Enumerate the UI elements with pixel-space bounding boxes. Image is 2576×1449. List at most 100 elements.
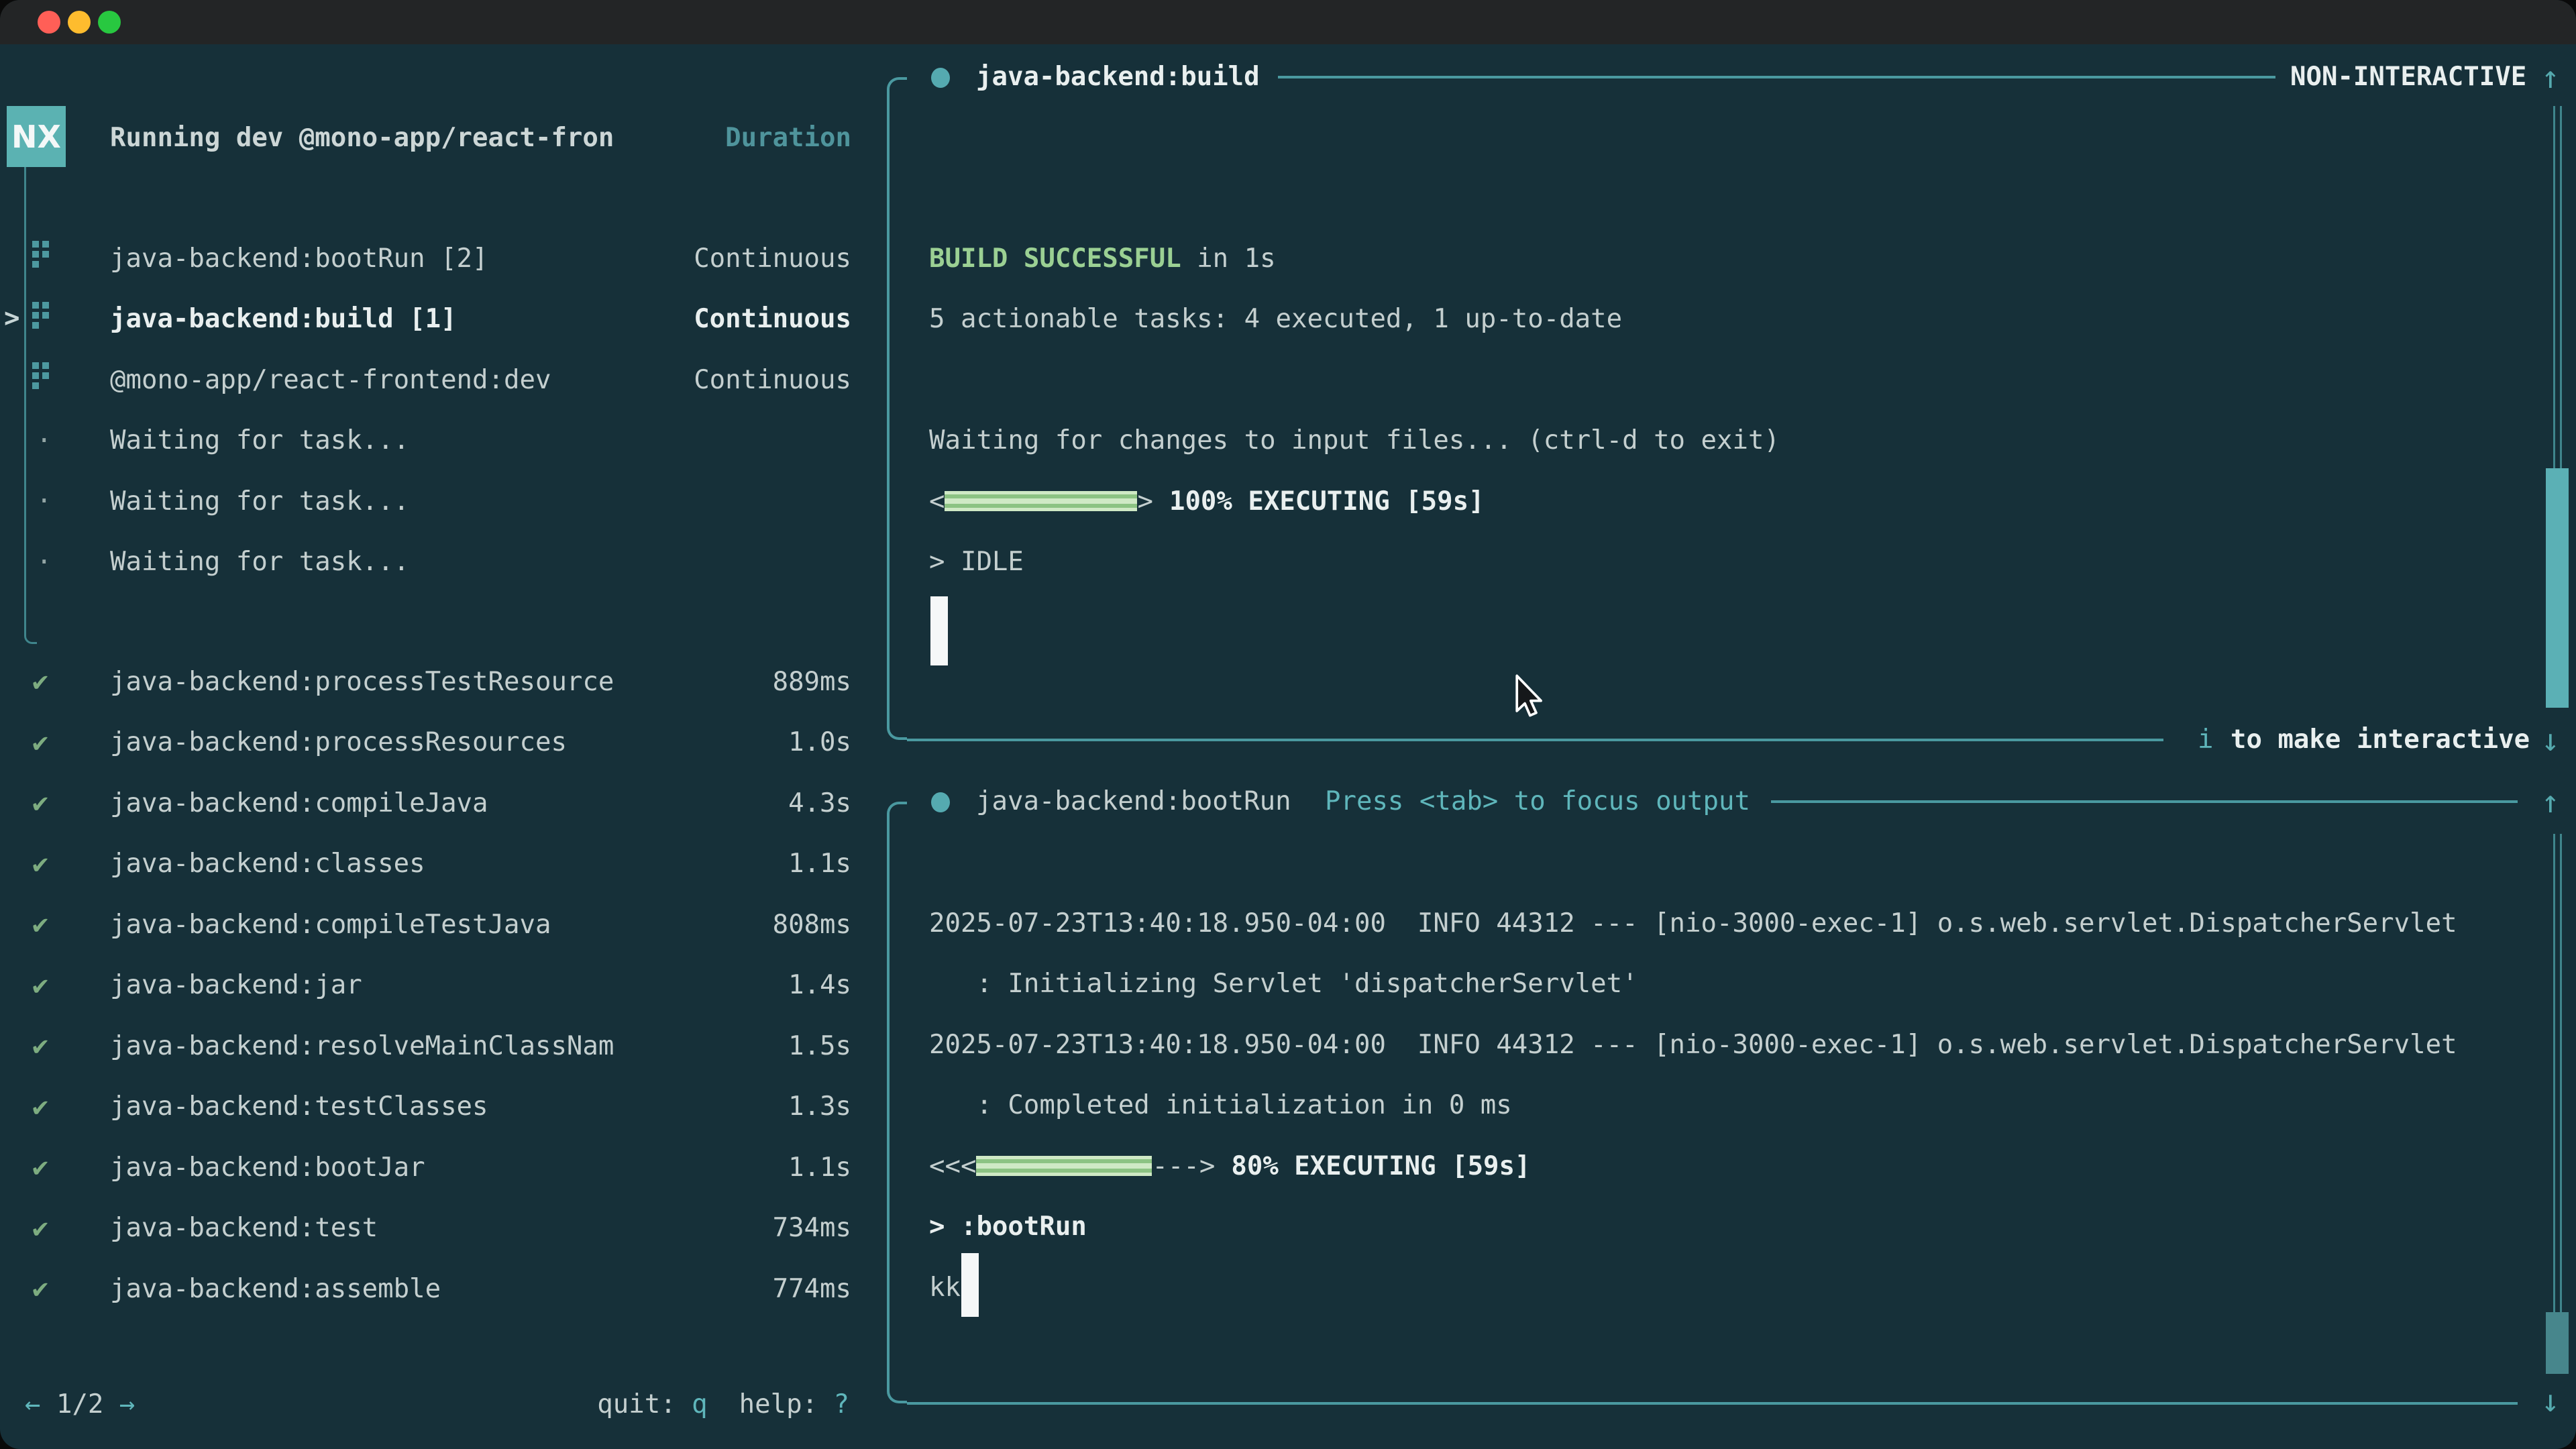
log-text: : Initializing Servlet 'dispatcherServle… bbox=[929, 969, 1638, 999]
hint-space3 bbox=[818, 1389, 833, 1419]
bootrun-scrollbar-track bbox=[2553, 834, 2555, 1312]
log-text: 2025-07-23T13:40:18.950-04:00 INFO 44312… bbox=[929, 908, 2457, 938]
bootrun-progress-bar: <<<--->80% EXECUTING [59s] bbox=[929, 1136, 2539, 1197]
task-duration: 1.5s bbox=[788, 1031, 851, 1061]
duration-column-header: Duration bbox=[725, 121, 851, 156]
build-success-line: BUILD SUCCESSFUL in 1s bbox=[929, 228, 2539, 289]
pager-space bbox=[103, 1389, 119, 1419]
task-duration: 1.1s bbox=[788, 1152, 851, 1183]
title-bar bbox=[0, 0, 2576, 44]
pager: ← 1/2 → bbox=[25, 1387, 135, 1422]
quit-hint-label: quit: bbox=[597, 1389, 676, 1419]
screenshot: NX Running dev @mono-app/react-fron Dura… bbox=[0, 0, 2576, 1449]
task-row[interactable]: java-backend:build [1] Continuous bbox=[0, 289, 872, 350]
task-row[interactable]: ✔ java-backend:processTestResource 889ms bbox=[0, 651, 872, 712]
task-label: java-backend:build [1] bbox=[110, 304, 457, 334]
help-hint-label: help: bbox=[739, 1389, 818, 1419]
non-interactive-badge: NON-INTERACTIVE bbox=[2290, 60, 2526, 95]
task-label: java-backend:bootJar bbox=[110, 1152, 425, 1183]
task-row[interactable]: ✔ java-backend:test 734ms bbox=[0, 1198, 872, 1259]
terminal-cursor bbox=[930, 596, 948, 665]
task-status-icon: · bbox=[36, 427, 52, 453]
interactive-hint: i bbox=[2198, 722, 2213, 757]
progress-left-cap: < bbox=[929, 486, 945, 517]
task-row[interactable]: ✔ java-backend:compileJava 4.3s bbox=[0, 773, 872, 834]
log-text: : Completed initialization in 0 ms bbox=[929, 1090, 1512, 1120]
task-row[interactable]: ✔ java-backend:classes 1.1s bbox=[0, 834, 872, 895]
task-row[interactable]: ✔ java-backend:bootJar 1.1s bbox=[0, 1137, 872, 1198]
quit-key: q bbox=[692, 1389, 707, 1419]
task-duration: Continuous bbox=[694, 244, 851, 274]
task-row[interactable]: java-backend:bootRun [2] Continuous bbox=[0, 228, 872, 289]
typed-input-text: kk bbox=[929, 1273, 961, 1303]
task-label: java-backend:classes bbox=[110, 849, 425, 879]
close-window-icon[interactable] bbox=[38, 11, 60, 34]
zoom-window-icon[interactable] bbox=[98, 11, 121, 34]
task-duration: Continuous bbox=[694, 304, 851, 334]
bootrun-panel-border bbox=[887, 802, 907, 1403]
build-panel-output: BUILD SUCCESSFUL in 1s 5 actionable task… bbox=[929, 228, 2539, 592]
task-label: java-backend:processResources bbox=[110, 727, 567, 757]
task-status-icon: ✔ bbox=[32, 790, 48, 816]
idle-line: > IDLE bbox=[929, 532, 2539, 593]
build-scrollbar-track bbox=[2560, 106, 2562, 468]
page-next-icon[interactable]: → bbox=[119, 1389, 135, 1419]
task-row[interactable]: · Waiting for task... bbox=[0, 411, 872, 472]
typed-input-line: kk bbox=[929, 1257, 2539, 1318]
task-dot-icon bbox=[931, 68, 950, 88]
build-scrollbar-thumb[interactable] bbox=[2546, 468, 2569, 708]
bootrun-panel-title: java-backend:bootRun bbox=[976, 784, 1291, 819]
task-row[interactable]: ✔ java-backend:testClasses 1.3s bbox=[0, 1077, 872, 1138]
hint-space2 bbox=[708, 1389, 739, 1419]
waiting-for-changes-text: Waiting for changes to input files... (c… bbox=[929, 425, 1780, 455]
task-status-icon: ✔ bbox=[32, 1215, 48, 1242]
task-status-icon: ✔ bbox=[32, 1032, 48, 1059]
task-duration: 4.3s bbox=[788, 788, 851, 818]
build-progress-bar: <>100% EXECUTING [59s] bbox=[929, 471, 2539, 532]
task-row[interactable]: · Waiting for task... bbox=[0, 532, 872, 593]
task-duration: 1.4s bbox=[788, 970, 851, 1000]
task-duration: 774ms bbox=[773, 1274, 851, 1304]
task-row[interactable]: ✔ java-backend:processResources 1.0s bbox=[0, 712, 872, 773]
task-label: java-backend:bootRun [2] bbox=[110, 244, 488, 274]
task-status-icon: ✔ bbox=[32, 1093, 48, 1120]
page-prev-icon[interactable]: ← bbox=[25, 1389, 40, 1419]
page-indicator bbox=[40, 1389, 56, 1419]
task-row[interactable]: · Waiting for task... bbox=[0, 471, 872, 532]
task-status-icon bbox=[32, 362, 39, 369]
task-label: java-backend:jar bbox=[110, 970, 362, 1000]
task-row[interactable]: ✔ java-backend:compileTestJava 808ms bbox=[0, 894, 872, 955]
interactive-hint-text: to make interactive bbox=[2231, 722, 2530, 757]
bootrun-scroll-down-icon[interactable]: ↓ bbox=[2541, 1383, 2560, 1418]
task-label: java-backend:assemble bbox=[110, 1274, 441, 1304]
task-label: java-backend:compileJava bbox=[110, 788, 488, 818]
task-status-icon: ✔ bbox=[32, 729, 48, 756]
blank-line bbox=[929, 350, 2539, 411]
bootrun-scrollbar-track bbox=[2560, 834, 2562, 1312]
task-row[interactable]: ✔ java-backend:resolveMainClassNam 1.5s bbox=[0, 1016, 872, 1077]
build-scroll-down-icon[interactable]: ↓ bbox=[2541, 722, 2560, 757]
task-label: Waiting for task... bbox=[110, 486, 409, 517]
progress-label: 100% EXECUTING [59s] bbox=[1169, 486, 1485, 517]
task-duration: Continuous bbox=[694, 365, 851, 395]
task-row[interactable]: ✔ java-backend:assemble 774ms bbox=[0, 1258, 872, 1320]
build-scroll-up-icon[interactable]: ↑ bbox=[2541, 60, 2560, 95]
task-label: Waiting for task... bbox=[110, 425, 409, 455]
task-row[interactable]: ✔ java-backend:jar 1.4s bbox=[0, 955, 872, 1016]
task-duration: 734ms bbox=[773, 1213, 851, 1243]
task-status-icon: ✔ bbox=[32, 668, 48, 695]
task-duration: 1.1s bbox=[788, 849, 851, 879]
log-line: 2025-07-23T13:40:18.950-04:00 INFO 44312… bbox=[929, 1014, 2539, 1075]
build-panel-border bbox=[887, 77, 907, 740]
minimize-window-icon[interactable] bbox=[68, 11, 91, 34]
task-dot-icon bbox=[931, 792, 950, 812]
bootrun-scroll-up-icon[interactable]: ↑ bbox=[2541, 784, 2560, 819]
interactive-key: i bbox=[2198, 724, 2213, 755]
task-row[interactable]: @mono-app/react-frontend:dev Continuous bbox=[0, 350, 872, 411]
task-status-icon: ✔ bbox=[32, 851, 48, 877]
focus-output-hint: Press <tab> to focus output bbox=[1325, 784, 1750, 819]
progress-left-cap: <<< bbox=[929, 1151, 976, 1181]
tasks-summary-text: 5 actionable tasks: 4 executed, 1 up-to-… bbox=[929, 304, 1622, 334]
bootrun-scrollbar-thumb[interactable] bbox=[2546, 1312, 2569, 1374]
log-line: : Initializing Servlet 'dispatcherServle… bbox=[929, 954, 2539, 1015]
